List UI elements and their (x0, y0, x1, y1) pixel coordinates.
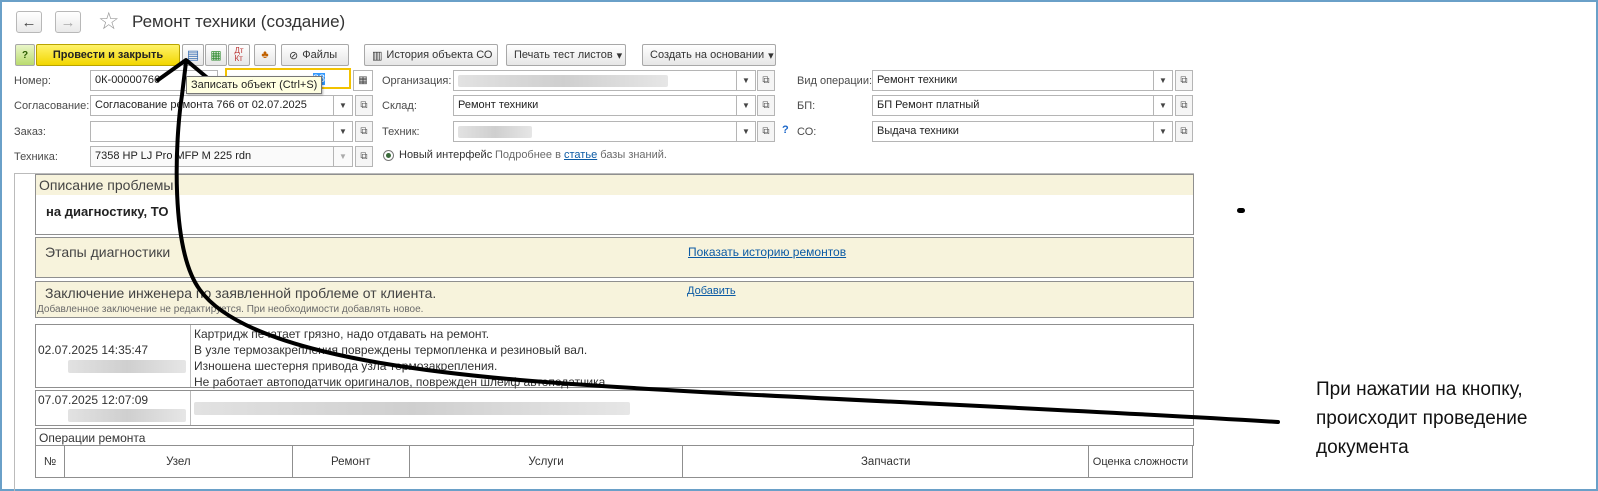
tooltip: Записать объект (Ctrl+S) (186, 76, 323, 94)
annotation-text: При нажатии на кнопку, происходит провед… (1316, 379, 1528, 458)
arrow-line (174, 60, 1280, 424)
